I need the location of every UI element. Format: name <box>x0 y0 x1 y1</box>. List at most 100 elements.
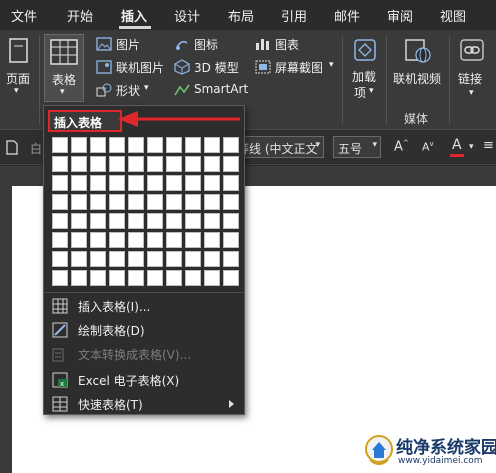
grid-cell[interactable] <box>52 194 68 210</box>
smartart-button[interactable]: SmartArt <box>174 82 248 100</box>
grid-cell[interactable] <box>223 270 239 286</box>
table-size-grid[interactable] <box>52 137 240 289</box>
grid-cell[interactable] <box>166 156 182 172</box>
grid-cell[interactable] <box>166 251 182 267</box>
grid-cell[interactable] <box>185 194 201 210</box>
grid-cell[interactable] <box>223 232 239 248</box>
grid-cell[interactable] <box>204 213 220 229</box>
grid-cell[interactable] <box>147 175 163 191</box>
grid-cell[interactable] <box>166 213 182 229</box>
grid-cell[interactable] <box>109 251 125 267</box>
grid-cell[interactable] <box>204 194 220 210</box>
grid-cell[interactable] <box>223 175 239 191</box>
grid-cell[interactable] <box>185 156 201 172</box>
grid-cell[interactable] <box>90 175 106 191</box>
grow-font-icon[interactable]: A^ <box>394 139 409 154</box>
grid-cell[interactable] <box>147 251 163 267</box>
grid-cell[interactable] <box>166 137 182 153</box>
grid-cell[interactable] <box>109 213 125 229</box>
grid-cell[interactable] <box>185 175 201 191</box>
grid-cell[interactable] <box>109 175 125 191</box>
table-button[interactable]: 表格 ▾ <box>44 34 84 102</box>
tab-mailings[interactable]: 邮件 <box>334 6 360 25</box>
online-video-button[interactable]: 联机视频 <box>391 36 445 100</box>
grid-cell[interactable] <box>71 213 87 229</box>
align-icon[interactable]: ≡ <box>483 138 494 153</box>
grid-cell[interactable] <box>90 251 106 267</box>
grid-cell[interactable] <box>52 270 68 286</box>
grid-cell[interactable] <box>71 194 87 210</box>
grid-cell[interactable] <box>128 137 144 153</box>
grid-cell[interactable] <box>147 194 163 210</box>
addins-button[interactable]: 加载 项 ▾ <box>348 36 382 100</box>
tab-view[interactable]: 视图 <box>440 6 466 25</box>
grid-cell[interactable] <box>185 251 201 267</box>
grid-cell[interactable] <box>147 232 163 248</box>
grid-cell[interactable] <box>90 270 106 286</box>
screenshot-button[interactable]: 屏幕截图 ▾ <box>255 59 337 77</box>
grid-cell[interactable] <box>71 251 87 267</box>
grid-cell[interactable] <box>223 194 239 210</box>
grid-cell[interactable] <box>128 175 144 191</box>
grid-cell[interactable] <box>52 156 68 172</box>
menu-item-convert-text[interactable]: 文本转换成表格(V)... <box>44 342 244 366</box>
grid-cell[interactable] <box>90 213 106 229</box>
grid-cell[interactable] <box>90 194 106 210</box>
tab-insert[interactable]: 插入 <box>121 6 147 25</box>
grid-cell[interactable] <box>128 270 144 286</box>
3d-model-button[interactable]: 3D 模型 <box>174 59 246 77</box>
picture-button[interactable]: 图片 <box>96 36 166 54</box>
menu-item-insert-table[interactable]: 插入表格(I)... <box>44 294 244 318</box>
grid-cell[interactable] <box>128 194 144 210</box>
grid-cell[interactable] <box>185 270 201 286</box>
grid-cell[interactable] <box>204 232 220 248</box>
grid-cell[interactable] <box>147 156 163 172</box>
chevron-down-icon[interactable]: ▾ <box>469 142 474 152</box>
grid-cell[interactable] <box>185 232 201 248</box>
grid-cell[interactable] <box>166 232 182 248</box>
grid-cell[interactable] <box>52 213 68 229</box>
grid-cell[interactable] <box>166 194 182 210</box>
tab-layout[interactable]: 布局 <box>228 6 254 25</box>
grid-cell[interactable] <box>90 156 106 172</box>
grid-cell[interactable] <box>204 175 220 191</box>
grid-cell[interactable] <box>109 194 125 210</box>
grid-cell[interactable] <box>128 251 144 267</box>
menu-item-excel-spreadsheet[interactable]: x Excel 电子表格(X) <box>44 368 244 392</box>
grid-cell[interactable] <box>71 175 87 191</box>
grid-cell[interactable] <box>204 156 220 172</box>
grid-cell[interactable] <box>71 232 87 248</box>
grid-cell[interactable] <box>223 137 239 153</box>
grid-cell[interactable] <box>52 232 68 248</box>
tab-review[interactable]: 审阅 <box>387 6 413 25</box>
grid-cell[interactable] <box>109 270 125 286</box>
grid-cell[interactable] <box>185 213 201 229</box>
menu-item-draw-table[interactable]: 绘制表格(D) <box>44 318 244 342</box>
icons-button[interactable]: 图标 <box>174 36 234 54</box>
page-button[interactable]: 页面 ▾ <box>2 36 36 98</box>
grid-cell[interactable] <box>128 156 144 172</box>
tab-references[interactable]: 引用 <box>281 6 307 25</box>
tab-home[interactable]: 开始 <box>67 6 93 25</box>
grid-cell[interactable] <box>71 270 87 286</box>
grid-cell[interactable] <box>204 270 220 286</box>
grid-cell[interactable] <box>166 175 182 191</box>
grid-cell[interactable] <box>52 175 68 191</box>
grid-cell[interactable] <box>109 137 125 153</box>
grid-cell[interactable] <box>71 156 87 172</box>
font-name-select[interactable]: 等线 (中文正文 ▾ <box>232 136 324 158</box>
grid-cell[interactable] <box>109 232 125 248</box>
shrink-font-icon[interactable]: Av <box>422 140 434 154</box>
font-color-icon[interactable]: A <box>452 137 462 153</box>
grid-cell[interactable] <box>109 156 125 172</box>
tab-file[interactable]: 文件 <box>11 6 37 25</box>
grid-cell[interactable] <box>90 232 106 248</box>
grid-cell[interactable] <box>204 251 220 267</box>
grid-cell[interactable] <box>128 213 144 229</box>
grid-cell[interactable] <box>223 251 239 267</box>
grid-cell[interactable] <box>147 213 163 229</box>
new-document-icon[interactable] <box>6 140 18 155</box>
tab-design[interactable]: 设计 <box>174 6 200 25</box>
grid-cell[interactable] <box>166 270 182 286</box>
menu-item-quick-tables[interactable]: 快速表格(T) <box>44 392 244 416</box>
